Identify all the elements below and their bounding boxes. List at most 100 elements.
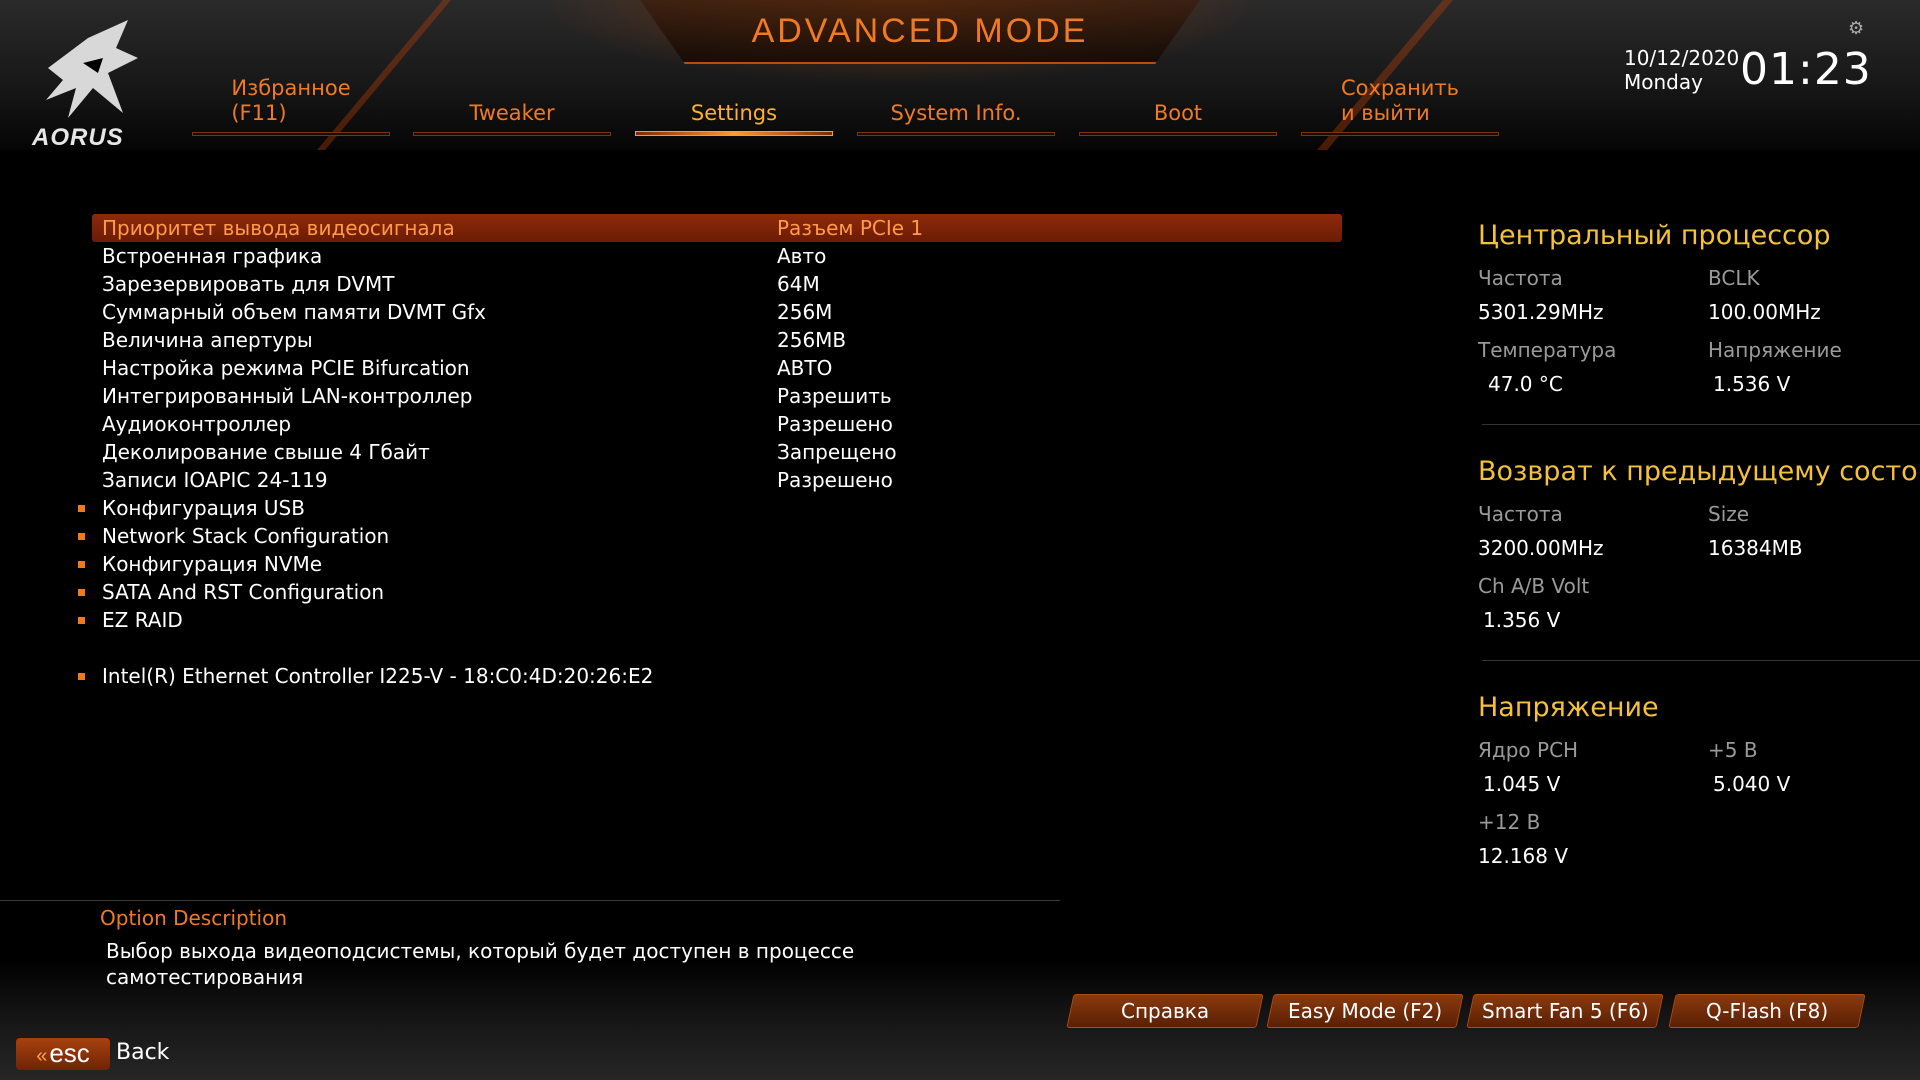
tab-tweaker[interactable]: Tweaker [413, 74, 611, 136]
tab-label: Tweaker [469, 101, 555, 125]
tab-underline [192, 132, 390, 136]
tab-label: Boot [1153, 101, 1203, 125]
cpu-panel-title: Центральный процессор [1478, 220, 1831, 251]
pch-label: Ядро PCH [1478, 738, 1579, 762]
cpu-freq-value: 5301.29MHz [1478, 300, 1604, 324]
setting-label: Настройка режима PCIE Bifurcation [102, 356, 470, 380]
esc-arrow-icon: « [36, 1045, 48, 1067]
description-divider [0, 900, 1060, 901]
setting-label: Величина апертуры [102, 328, 313, 352]
setting-row[interactable]: Аудиоконтроллер Разрешено [92, 410, 1342, 438]
back-label: Back [116, 1040, 170, 1065]
cpu-temp-label: Температура [1478, 338, 1617, 362]
setting-label: Интегрированный LAN-контроллер [102, 384, 473, 408]
setting-value: Разъем PCIe 1 [777, 216, 924, 240]
tab-underline [857, 132, 1055, 136]
description-text: Выбор выхода видеоподсистемы, который бу… [106, 939, 855, 989]
submenu-label: Network Stack Configuration [102, 524, 390, 548]
setting-value: 64M [777, 272, 820, 296]
submenu-label: EZ RAID [102, 608, 183, 632]
mem-freq-value: 3200.00MHz [1478, 536, 1604, 560]
cpu-volt-label: Напряжение [1708, 338, 1842, 362]
smart-fan-button[interactable]: Smart Fan 5 (F6) [1466, 994, 1664, 1028]
mem-volt-value: 1.356 V [1483, 608, 1561, 632]
setting-label: Суммарный объем памяти DVMT Gfx [102, 300, 486, 324]
setting-row[interactable]: Настройка режима PCIE Bifurcation АВТО [92, 354, 1342, 382]
panel-divider [1482, 660, 1920, 661]
setting-row[interactable]: Интегрированный LAN-контроллер Разрешить [92, 382, 1342, 410]
setting-label: Записи IOAPIC 24-119 [102, 468, 328, 492]
setting-value: Авто [777, 244, 827, 268]
submenu-network-stack[interactable]: Network Stack Configuration [78, 522, 1342, 550]
setting-row[interactable]: Величина апертуры 256MB [92, 326, 1342, 354]
gear-icon[interactable]: ⚙ [1848, 18, 1864, 39]
v12-label: +12 В [1478, 810, 1541, 834]
tab-label: System Info. [890, 101, 1022, 125]
tab-label: Сохранить и выйти [1340, 76, 1460, 125]
tab-underline [635, 131, 833, 136]
setting-label: Приоритет вывода видеосигнала [102, 216, 455, 240]
setting-label: Аудиоконтроллер [102, 412, 292, 436]
mem-size-label: Size [1708, 502, 1750, 526]
submenu-label: Intel(R) Ethernet Controller I225-V - 18… [102, 664, 654, 688]
voltage-panel-title: Напряжение [1478, 692, 1659, 723]
tab-system-info[interactable]: System Info. [857, 74, 1055, 136]
bullet-icon [78, 561, 85, 568]
setting-value: АВТО [777, 356, 833, 380]
setting-row[interactable]: Деколирование свыше 4 Гбайт Запрещено [92, 438, 1342, 466]
pch-value: 1.045 V [1483, 772, 1561, 796]
aorus-logo-text: AORUS [32, 124, 124, 151]
mem-freq-label: Частота [1478, 502, 1563, 526]
submenu-label: Конфигурация USB [102, 496, 305, 520]
panel-divider [1482, 424, 1920, 425]
date-display: 10/12/2020 Monday [1624, 46, 1740, 94]
description-title: Option Description [100, 906, 288, 930]
clock: 01:23 [1740, 44, 1872, 95]
setting-value: Разрешено [777, 412, 893, 436]
tab-label: Избранное (F11) [231, 76, 351, 125]
memory-panel-title: Возврат к предыдущему состоя [1478, 456, 1918, 487]
tab-favorites[interactable]: Избранное (F11) [192, 74, 390, 136]
submenu-label: Конфигурация NVMe [102, 552, 323, 576]
setting-row[interactable]: Встроенная графика Авто [92, 242, 1342, 270]
v5-value: 5.040 V [1713, 772, 1791, 796]
bullet-icon [78, 589, 85, 596]
setting-value: 256MB [777, 328, 847, 352]
setting-row[interactable]: Зарезервировать для DVMT 64M [92, 270, 1342, 298]
setting-value: Запрещено [777, 440, 897, 464]
cpu-volt-value: 1.536 V [1713, 372, 1791, 396]
setting-row[interactable]: Суммарный объем памяти DVMT Gfx 256M [92, 298, 1342, 326]
submenu-nvme[interactable]: Конфигурация NVMe [78, 550, 1342, 578]
v12-value: 12.168 V [1478, 844, 1569, 868]
bullet-icon [78, 617, 85, 624]
setting-value: 256M [777, 300, 833, 324]
tab-boot[interactable]: Boot [1079, 74, 1277, 136]
bullet-icon [78, 533, 85, 540]
tab-save-exit[interactable]: Сохранить и выйти [1301, 74, 1499, 136]
setting-row[interactable]: Приоритет вывода видеосигнала Разъем PCIe… [92, 214, 1342, 242]
bullet-icon [78, 505, 85, 512]
tab-underline [1079, 132, 1277, 136]
cpu-bclk-value: 100.00MHz [1708, 300, 1821, 324]
submenu-ez-raid[interactable]: EZ RAID [78, 606, 1342, 634]
setting-label: Деколирование свыше 4 Гбайт [102, 440, 430, 464]
setting-row[interactable]: Записи IOAPIC 24-119 Разрешено [92, 466, 1342, 494]
easy-mode-button[interactable]: Easy Mode (F2) [1266, 994, 1464, 1028]
tab-settings[interactable]: Settings [635, 74, 833, 136]
setting-label: Зарезервировать для DVMT [102, 272, 395, 296]
mem-size-value: 16384MB [1708, 536, 1803, 560]
esc-button[interactable]: «esc [16, 1038, 110, 1070]
q-flash-button[interactable]: Q-Flash (F8) [1668, 994, 1866, 1028]
tab-underline [1301, 132, 1499, 136]
mem-volt-label: Ch A/B Volt [1478, 574, 1590, 598]
setting-value: Разрешено [777, 468, 893, 492]
setting-value: Разрешить [777, 384, 892, 408]
submenu-usb[interactable]: Конфигурация USB [78, 494, 1342, 522]
submenu-ethernet[interactable]: Intel(R) Ethernet Controller I225-V - 18… [78, 662, 1342, 690]
cpu-freq-label: Частота [1478, 266, 1563, 290]
page-title: ADVANCED MODE [751, 12, 1089, 50]
cpu-bclk-label: BCLK [1708, 266, 1760, 290]
help-button[interactable]: Справка [1066, 994, 1264, 1028]
tab-underline [413, 132, 611, 136]
submenu-sata[interactable]: SATA And RST Configuration [78, 578, 1342, 606]
